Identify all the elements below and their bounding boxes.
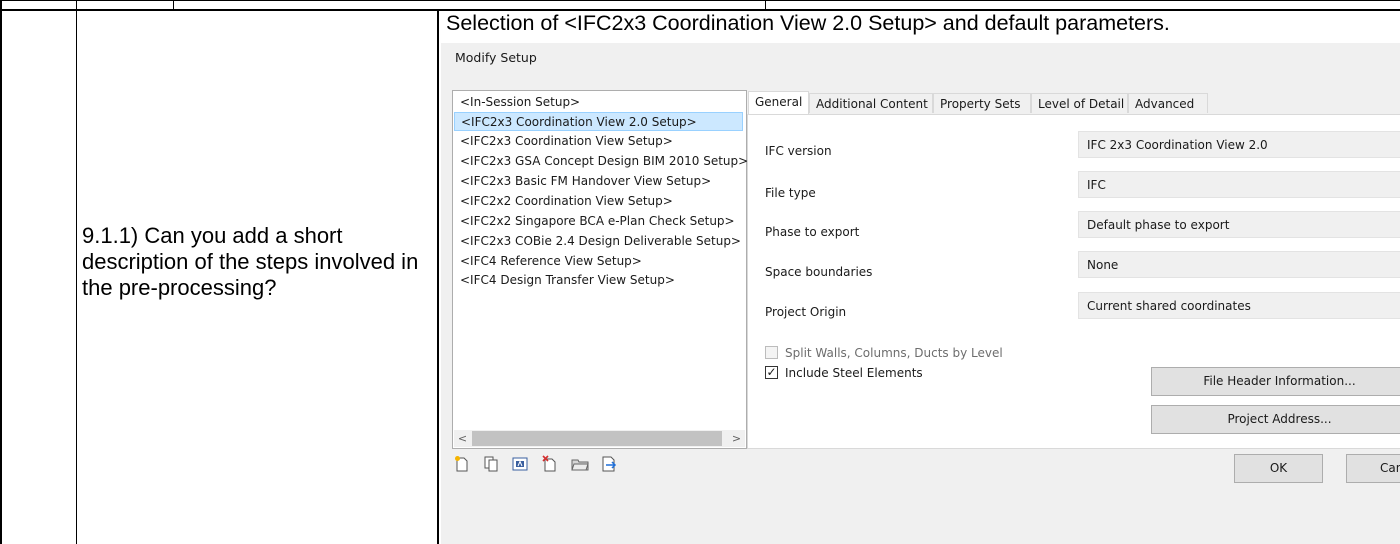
space-boundaries-select[interactable]: None — [1078, 251, 1400, 278]
tab-advanced[interactable]: Advanced — [1128, 93, 1208, 113]
figure-caption: Selection of <IFC2x3 Coordination View 2… — [446, 11, 1170, 35]
dialog-title: Modify Setup — [455, 50, 537, 65]
ok-button[interactable]: OK — [1234, 454, 1323, 483]
phase-to-export-select[interactable]: Default phase to export — [1078, 211, 1400, 238]
project-origin-select[interactable]: Current shared coordinates — [1078, 292, 1400, 319]
setup-item-ifc2x3-fm[interactable]: <IFC2x3 Basic FM Handover View Setup> — [454, 172, 743, 191]
table-border-left — [0, 0, 2, 544]
split-walls-checkbox-box[interactable] — [765, 346, 778, 359]
list-horizontal-scrollbar[interactable]: < > — [454, 430, 745, 447]
table-top-border — [0, 0, 1400, 1]
tab-additional-content[interactable]: Additional Content — [809, 93, 933, 113]
scrollbar-thumb[interactable] — [472, 431, 722, 446]
include-steel-label: Include Steel Elements — [785, 366, 923, 380]
table-col-line-2 — [437, 9, 439, 544]
scroll-right-arrow-icon[interactable]: > — [728, 430, 745, 447]
table-col-line-1 — [76, 0, 77, 544]
setup-item-ifc2x2-bca[interactable]: <IFC2x2 Singapore BCA e-Plan Check Setup… — [454, 212, 743, 231]
table-col-line-top-2 — [765, 0, 766, 9]
setup-item-in-session[interactable]: <In-Session Setup> — [454, 93, 743, 112]
tab-property-sets[interactable]: Property Sets — [933, 93, 1031, 113]
question-text: 9.1.1) Can you add a short description o… — [82, 223, 419, 300]
setup-item-ifc2x3-cv2-selected[interactable]: <IFC2x3 Coordination View 2.0 Setup> — [454, 112, 743, 131]
space-boundaries-label: Space boundaries — [765, 265, 873, 279]
tab-level-of-detail[interactable]: Level of Detail — [1031, 93, 1128, 113]
cancel-button[interactable]: Canc — [1346, 454, 1400, 483]
setup-item-ifc2x3-cv[interactable]: <IFC2x3 Coordination View Setup> — [454, 132, 743, 151]
setup-item-ifc2x2-cv[interactable]: <IFC2x2 Coordination View Setup> — [454, 192, 743, 211]
project-address-button[interactable]: Project Address... — [1151, 405, 1400, 434]
file-type-select[interactable]: IFC — [1078, 171, 1400, 198]
export-setup-icon[interactable] — [600, 455, 618, 473]
duplicate-setup-icon[interactable] — [482, 455, 500, 473]
file-header-information-button[interactable]: File Header Information... — [1151, 367, 1400, 396]
ifc-version-select[interactable]: IFC 2x3 Coordination View 2.0 — [1078, 131, 1400, 158]
delete-setup-icon[interactable] — [541, 455, 559, 473]
scroll-left-arrow-icon[interactable]: < — [454, 430, 471, 447]
split-walls-label: Split Walls, Columns, Ducts by Level — [785, 346, 1003, 360]
checkmark-icon[interactable]: ✓ — [765, 366, 778, 379]
new-setup-icon[interactable] — [453, 455, 471, 473]
import-setup-icon[interactable] — [571, 455, 589, 473]
phase-to-export-label: Phase to export — [765, 225, 860, 239]
table-col-line-top — [173, 0, 174, 9]
modify-setup-dialog: Modify Setup <In-Session Setup> <IFC2x3 … — [441, 43, 1400, 544]
rename-setup-icon[interactable] — [511, 455, 529, 473]
general-tab-panel: IFC version IFC 2x3 Coordination View 2.… — [747, 114, 1400, 449]
setup-item-ifc4-reference[interactable]: <IFC4 Reference View Setup> — [454, 252, 743, 271]
setup-list[interactable]: <In-Session Setup> <IFC2x3 Coordination … — [452, 90, 748, 449]
setup-item-ifc4-design-transfer[interactable]: <IFC4 Design Transfer View Setup> — [454, 271, 743, 290]
tab-general[interactable]: General — [748, 91, 809, 115]
setup-item-ifc2x3-gsa[interactable]: <IFC2x3 GSA Concept Design BIM 2010 Setu… — [454, 152, 748, 171]
file-type-label: File type — [765, 186, 816, 200]
setup-item-ifc2x3-cobie[interactable]: <IFC2x3 COBie 2.4 Design Deliverable Set… — [454, 232, 743, 251]
project-origin-label: Project Origin — [765, 305, 847, 319]
ifc-version-label: IFC version — [765, 144, 832, 158]
